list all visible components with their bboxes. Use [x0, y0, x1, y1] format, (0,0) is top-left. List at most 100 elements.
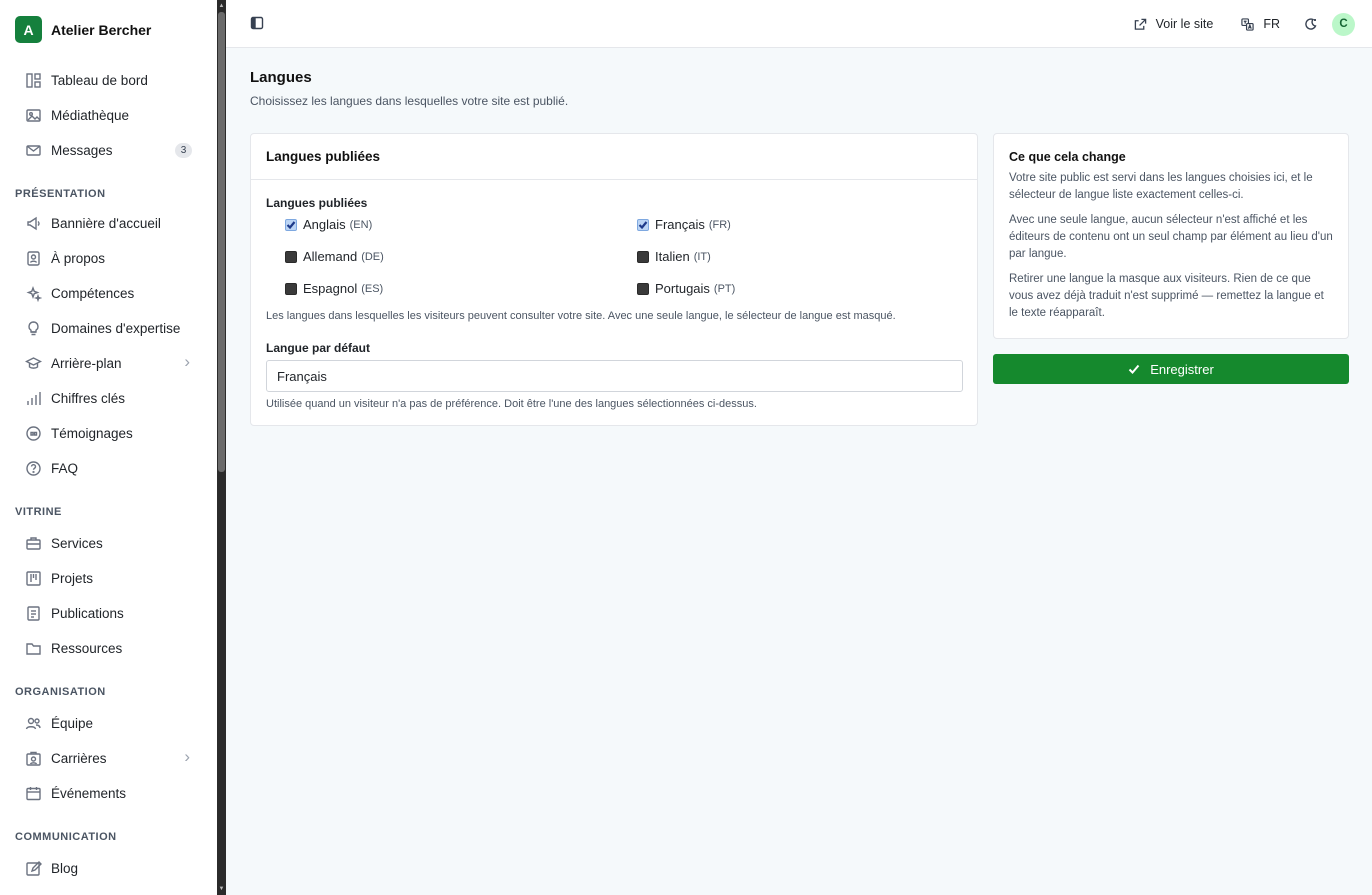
- save-button[interactable]: Enregistrer: [993, 354, 1349, 384]
- card-title: Langues publiées: [251, 134, 977, 180]
- published-languages-label: Langues publiées: [266, 196, 368, 210]
- sidebar-item-label: À propos: [51, 251, 106, 266]
- image-icon: [24, 107, 42, 125]
- chevron-right-icon[interactable]: ›: [184, 747, 190, 767]
- language-code: (ES): [361, 282, 384, 295]
- sidebar-item-label: Domaines d'expertise: [51, 321, 181, 336]
- calendar-icon: [24, 785, 42, 803]
- save-label: Enregistrer: [1150, 361, 1214, 377]
- sidebar-item-label: Services: [51, 536, 103, 551]
- language-checkbox[interactable]: [637, 282, 649, 295]
- language-name: Portugais: [655, 281, 710, 296]
- page-subtitle: Choisissez les langues dans lesquelles v…: [250, 94, 569, 108]
- info-paragraph-1: Votre site public est servi dans les lan…: [1009, 172, 1313, 201]
- sidebar-item-label: Carrières: [51, 751, 107, 766]
- sidebar-section-title: ORGANISATION: [15, 686, 106, 698]
- languages-card: Langues publiées Langues publiées Anglai…: [250, 133, 978, 426]
- sidebar-item-s0-7[interactable]: FAQ: [0, 451, 217, 486]
- mail-icon: [24, 142, 42, 160]
- scroll-up-arrow-icon[interactable]: ▲: [218, 2, 225, 10]
- language-code: (IT): [693, 250, 711, 263]
- sidebar-item-s0-1[interactable]: À propos: [0, 241, 217, 276]
- language-checkbox[interactable]: [285, 218, 297, 231]
- graduation-cap-icon: [24, 355, 42, 373]
- check-icon: [1128, 364, 1140, 374]
- sidebar-toggle-icon[interactable]: [250, 16, 264, 30]
- avatar[interactable]: C: [1332, 12, 1355, 36]
- brand-logo: A: [15, 16, 42, 43]
- default-language-label: Langue par défaut: [266, 341, 371, 355]
- sidebar-item-s1-3[interactable]: Ressources: [0, 631, 217, 666]
- sidebar-item-label: Projets: [51, 571, 94, 586]
- sidebar-nav: Tableau de bord Médiathèque Messages 3 PRÉSE…: [0, 63, 217, 895]
- language-checkbox[interactable]: [285, 282, 297, 295]
- scroll-down-arrow-icon[interactable]: ▼: [218, 885, 225, 893]
- external-link-icon: [1134, 18, 1146, 30]
- sidebar-item-label: Blog: [51, 861, 79, 876]
- sidebar-item-s1-0[interactable]: Services: [0, 526, 217, 561]
- language-option[interactable]: Portugais (PT): [637, 281, 735, 296]
- info-card: Ce que cela change Votre site public est…: [993, 133, 1349, 339]
- sidebar-item-s2-1[interactable]: Carrières ›: [0, 741, 217, 776]
- sidebar-item-s3-1[interactable]: Newsletter: [0, 886, 217, 895]
- language-option[interactable]: Français (FR): [637, 217, 731, 232]
- sidebar-item-s2-2[interactable]: Événements: [0, 776, 217, 811]
- id-card-icon: [24, 250, 42, 268]
- default-language-help: Utilisée quand un visiteur n'a pas de pr…: [266, 398, 757, 410]
- sidebar-item-label: Publications: [51, 606, 124, 621]
- language-code: (FR): [708, 218, 731, 231]
- topbar: Voir le site FR C: [226, 0, 1372, 48]
- sparkles-icon: [24, 285, 42, 303]
- sidebar-item-label: Événements: [51, 786, 127, 801]
- language-switcher[interactable]: FR: [1241, 17, 1280, 31]
- language-option[interactable]: Italien (IT): [637, 249, 711, 264]
- topbar-actions: Voir le site FR C: [1134, 12, 1355, 36]
- folder-icon: [24, 640, 42, 658]
- language-code: (DE): [361, 250, 384, 263]
- sidebar-item-label: Chiffres clés: [51, 391, 126, 406]
- sidebar-item-s2-0[interactable]: Équipe: [0, 706, 217, 741]
- page-title: Langues: [250, 69, 312, 86]
- sidebar-item-s1-2[interactable]: Publications: [0, 596, 217, 631]
- info-paragraph-2: Avec une seule langue, aucun sélecteur n…: [1009, 214, 1333, 260]
- sidebar-item-label: FAQ: [51, 461, 79, 476]
- sidebar-item-s0-6[interactable]: Témoignages: [0, 416, 217, 451]
- language-checkbox[interactable]: [285, 250, 297, 263]
- lightbulb-icon: [24, 320, 42, 338]
- brand[interactable]: A Atelier Bercher: [15, 16, 151, 43]
- language-option[interactable]: Allemand (DE): [285, 249, 384, 264]
- sidebar-item-label: Compétences: [51, 286, 135, 301]
- sidebar-item-label: Messages: [51, 143, 113, 158]
- sidebar-item-s1-1[interactable]: Projets: [0, 561, 217, 596]
- theme-toggle-icon[interactable]: [1304, 17, 1318, 31]
- sidebar-item-label: Ressources: [51, 641, 123, 656]
- language-option[interactable]: Espagnol (ES): [285, 281, 383, 296]
- sidebar-item-s0-0[interactable]: Bannière d'accueil: [0, 206, 217, 241]
- default-language-select[interactable]: Français: [266, 360, 963, 392]
- brand-name: Atelier Bercher: [51, 21, 152, 38]
- view-site-link[interactable]: Voir le site: [1134, 17, 1214, 31]
- language-name: Allemand: [303, 249, 358, 264]
- users-icon: [24, 715, 42, 733]
- sidebar-section-title: VITRINE: [15, 506, 62, 518]
- sidebar-item-s0-4[interactable]: Arrière-plan ›: [0, 346, 217, 381]
- chevron-right-icon[interactable]: ›: [184, 352, 190, 372]
- sidebar-item-s0-5[interactable]: Chiffres clés: [0, 381, 217, 416]
- kanban-icon: [24, 570, 42, 588]
- sidebar-item-top-1[interactable]: Médiathèque: [0, 98, 217, 133]
- language-checkbox[interactable]: [637, 218, 649, 231]
- published-languages-help: Les langues dans lesquelles les visiteur…: [266, 310, 896, 322]
- help-circle-icon: [24, 460, 42, 478]
- sidebar-item-s0-2[interactable]: Compétences: [0, 276, 217, 311]
- sidebar-item-s0-3[interactable]: Domaines d'expertise: [0, 311, 217, 346]
- sidebar-item-label: Médiathèque: [51, 108, 130, 123]
- view-site-label: Voir le site: [1155, 17, 1214, 31]
- sidebar-item-label: Tableau de bord: [51, 73, 148, 88]
- sidebar-scrollbar-thumb[interactable]: [218, 12, 225, 472]
- dashboard-icon: [24, 72, 42, 90]
- language-checkbox[interactable]: [637, 250, 649, 263]
- sidebar-item-s3-0[interactable]: Blog: [0, 851, 217, 886]
- language-option[interactable]: Anglais (EN): [285, 217, 372, 232]
- sidebar-item-top-0[interactable]: Tableau de bord: [0, 63, 217, 98]
- sidebar-item-top-2[interactable]: Messages 3: [0, 133, 217, 168]
